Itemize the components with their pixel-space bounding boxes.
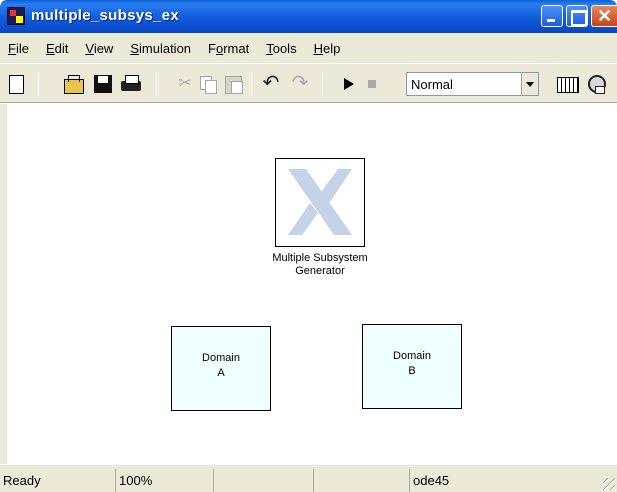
start-simulation-icon[interactable] <box>337 73 359 95</box>
generator-block-label: Multiple Subsystem Generator <box>272 252 368 277</box>
model-canvas[interactable]: Multiple Subsystem Generator Domain A Do… <box>7 104 617 464</box>
menu-edit[interactable]: Edit <box>38 41 77 56</box>
toolbar-separator <box>156 72 157 96</box>
resize-grip[interactable] <box>603 478 615 490</box>
maximize-button[interactable] <box>566 5 588 27</box>
close-button[interactable]: ✕ <box>591 5 617 27</box>
paste-icon[interactable] <box>222 73 244 95</box>
xilinx-logo-icon <box>288 169 352 235</box>
simulation-mode-select[interactable]: Normal <box>406 72 539 96</box>
status-pane <box>213 469 311 492</box>
cut-icon[interactable]: ✂ <box>174 73 196 95</box>
domain-b-block[interactable]: Domain B <box>362 324 462 409</box>
menu-help[interactable]: Help <box>306 41 350 56</box>
library-browser-icon[interactable] <box>556 73 579 95</box>
domain-a-block[interactable]: Domain A <box>171 326 271 411</box>
print-icon[interactable] <box>120 73 142 95</box>
toolbar-separator <box>38 72 39 96</box>
status-state: Ready <box>0 469 111 492</box>
status-zoom: 100% <box>115 469 211 492</box>
menu-file[interactable]: File <box>5 41 38 56</box>
window-left-border <box>0 104 7 464</box>
menu-simulation[interactable]: Simulation <box>122 41 200 56</box>
chevron-down-icon[interactable] <box>521 73 538 95</box>
menu-format[interactable]: Format <box>200 41 258 56</box>
toolbar-separator <box>251 72 252 96</box>
multiple-subsystem-generator-block[interactable] <box>275 158 365 247</box>
open-folder-icon[interactable] <box>62 73 84 95</box>
model-explorer-icon[interactable] <box>585 73 607 95</box>
copy-icon[interactable] <box>197 73 219 95</box>
toolbar: ✂ ↶ ↷ Normal <box>0 63 617 103</box>
status-pane <box>313 469 407 492</box>
title-bar[interactable]: multiple_subsys_ex ✕ <box>0 0 617 33</box>
status-bar: Ready 100% ode45 <box>0 464 617 492</box>
new-file-icon[interactable] <box>5 73 27 95</box>
menu-bar: File Edit View Simulation Format Tools H… <box>0 33 617 63</box>
close-icon: ✕ <box>597 6 613 26</box>
status-solver: ode45 <box>409 469 599 492</box>
window-title: multiple_subsys_ex <box>31 7 179 24</box>
menu-view[interactable]: View <box>77 41 122 56</box>
undo-icon[interactable]: ↶ <box>260 73 282 95</box>
simulink-model-icon[interactable] <box>7 7 25 25</box>
redo-icon[interactable]: ↷ <box>289 73 311 95</box>
toolbar-separator <box>322 72 323 96</box>
minimize-button[interactable] <box>541 5 563 27</box>
save-icon[interactable] <box>92 73 114 95</box>
menu-tools[interactable]: Tools <box>258 41 305 56</box>
simulation-mode-value: Normal <box>411 77 453 92</box>
stop-simulation-icon[interactable] <box>362 73 384 95</box>
